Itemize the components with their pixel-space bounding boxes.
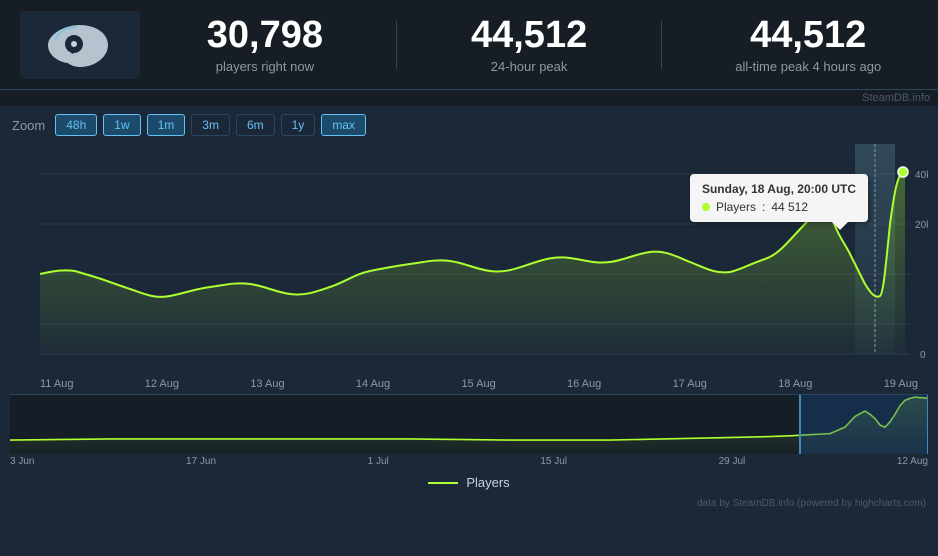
watermark: SteamDB.info xyxy=(0,90,938,106)
tooltip: Sunday, 18 Aug, 20:00 UTC Players: 44 51… xyxy=(690,174,868,222)
stats-container: 30,798 players right now 44,512 24-hour … xyxy=(170,15,918,74)
y-label-0: 0 xyxy=(920,350,926,361)
nav-label-4: 15 Jul xyxy=(540,456,567,467)
main-chart: 40k 20k 0 Sunday, 18 Aug, 20:00 UTC Play… xyxy=(10,144,928,374)
footer: data by SteamDB.info (powered by highcha… xyxy=(0,496,938,511)
24h-peak-number: 44,512 xyxy=(471,15,587,57)
nav-label-1: 3 Jun xyxy=(10,456,34,467)
x-label-8: 18 Aug xyxy=(778,378,812,390)
zoom-1y[interactable]: 1y xyxy=(281,114,316,136)
current-players-number: 30,798 xyxy=(207,15,323,57)
zoom-max[interactable]: max xyxy=(321,114,366,136)
x-label-1: 11 Aug xyxy=(40,378,73,390)
x-label-3: 13 Aug xyxy=(250,378,284,390)
header: 30,798 players right now 44,512 24-hour … xyxy=(0,0,938,90)
legend-line-players xyxy=(428,482,458,484)
y-label-20k: 20k xyxy=(915,220,928,231)
zoom-3m[interactable]: 3m xyxy=(191,114,230,136)
nav-fill xyxy=(10,397,928,454)
legend: Players xyxy=(0,469,938,496)
legend-label-players: Players xyxy=(466,475,509,490)
peak-marker-dot xyxy=(898,167,908,177)
x-label-6: 16 Aug xyxy=(567,378,601,390)
current-players-label: players right now xyxy=(207,59,323,74)
navigator[interactable] xyxy=(10,394,928,454)
stat-divider-2 xyxy=(661,20,662,69)
x-axis: 11 Aug 12 Aug 13 Aug 14 Aug 15 Aug 16 Au… xyxy=(10,374,928,394)
tooltip-dot xyxy=(702,203,710,211)
tooltip-value: 44 512 xyxy=(771,200,808,214)
y-label-40k: 40k xyxy=(915,170,928,181)
stat-24h-peak: 44,512 24-hour peak xyxy=(471,15,587,74)
stat-current-players: 30,798 players right now xyxy=(207,15,323,74)
stat-alltime-peak: 44,512 all-time peak 4 hours ago xyxy=(735,15,881,74)
nav-label-3: 1 Jul xyxy=(368,456,389,467)
24h-peak-label: 24-hour peak xyxy=(471,59,587,74)
stat-divider-1 xyxy=(396,20,397,69)
nav-selection-rect xyxy=(800,395,928,454)
zoom-bar: Zoom 48h 1w 1m 3m 6m 1y max xyxy=(0,106,938,144)
x-label-9: 19 Aug xyxy=(884,378,918,390)
x-label-7: 17 Aug xyxy=(673,378,707,390)
zoom-1w[interactable]: 1w xyxy=(103,114,140,136)
x-label-5: 15 Aug xyxy=(461,378,495,390)
chart-wrapper: 40k 20k 0 Sunday, 18 Aug, 20:00 UTC Play… xyxy=(0,144,938,394)
nav-line xyxy=(10,397,928,440)
nav-label-6: 12 Aug xyxy=(897,456,928,467)
tooltip-row: Players: 44 512 xyxy=(702,200,856,214)
steam-logo xyxy=(20,11,140,79)
x-label-4: 14 Aug xyxy=(356,378,390,390)
navigator-labels: 3 Jun 17 Jun 1 Jul 15 Jul 29 Jul 12 Aug xyxy=(0,454,938,469)
navigator-svg xyxy=(10,395,928,454)
x-label-2: 12 Aug xyxy=(145,378,179,390)
footer-text: data by SteamDB.info (powered by highcha… xyxy=(697,498,926,509)
alltime-peak-number: 44,512 xyxy=(735,15,881,57)
alltime-peak-label: all-time peak 4 hours ago xyxy=(735,59,881,74)
tooltip-title: Sunday, 18 Aug, 20:00 UTC xyxy=(702,182,856,196)
zoom-48h[interactable]: 48h xyxy=(55,114,97,136)
tooltip-series: Players xyxy=(716,200,756,214)
zoom-6m[interactable]: 6m xyxy=(236,114,275,136)
nav-label-2: 17 Jun xyxy=(186,456,216,467)
zoom-label: Zoom xyxy=(12,118,45,133)
nav-label-5: 29 Jul xyxy=(719,456,746,467)
zoom-1m[interactable]: 1m xyxy=(147,114,186,136)
